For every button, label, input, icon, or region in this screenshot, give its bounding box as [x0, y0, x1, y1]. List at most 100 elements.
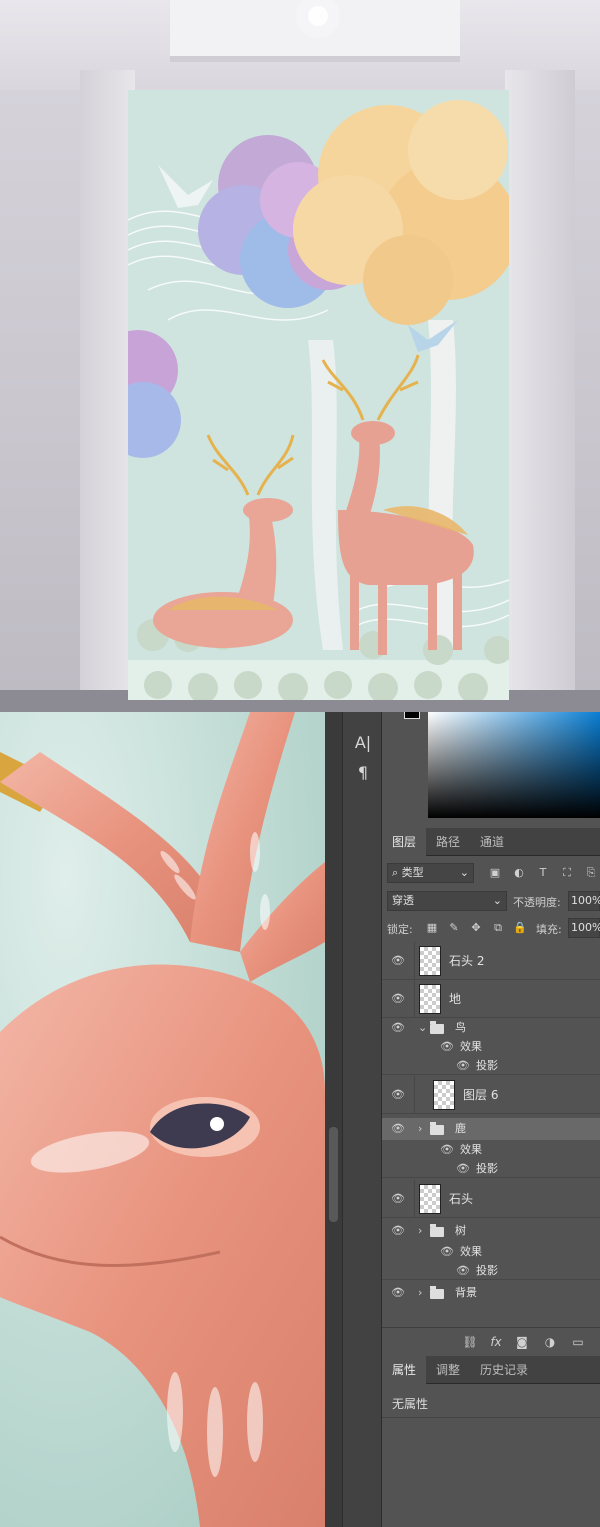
chevron-down-icon: ⌄ [492, 894, 502, 907]
eye-icon[interactable]: 👁 [391, 954, 405, 968]
layer-row[interactable]: 👁 地 [382, 980, 600, 1018]
eye-icon[interactable]: 👁 [391, 1224, 405, 1238]
right-panel: 图层 路径 通道 ⌕ 类型 ⌄ ▣ ◐ T ⛶ ⎘ 穿透 ⌄ 不透明度: 100… [382, 712, 600, 1527]
layer-name: 石头 2 [449, 954, 485, 968]
layer-row[interactable]: 👁 石头 2 [382, 942, 600, 980]
foreground-color-swatch[interactable] [404, 712, 420, 719]
layer-name: 鸟 [455, 1021, 466, 1034]
lock-transparent-icon[interactable]: ▦ [425, 921, 439, 935]
blend-mode-select[interactable]: 穿透 ⌄ [387, 891, 507, 911]
chevron-down-icon: ⌄ [459, 866, 469, 879]
adjustment-filter-icon[interactable]: ◐ [512, 866, 526, 880]
eye-icon[interactable]: 👁 [440, 1143, 454, 1157]
effects-row[interactable]: 👁 效果 [382, 1242, 600, 1261]
group-row[interactable]: 👁 ⌄ 鸟 [382, 1018, 600, 1037]
tab-paths[interactable]: 路径 [426, 828, 470, 856]
layer-name: 鹿 [455, 1122, 466, 1135]
fill-input[interactable]: 100% [568, 918, 600, 938]
layer-filter-label: ⌕ 类型 [392, 866, 424, 879]
eye-icon[interactable]: 👁 [391, 1286, 405, 1300]
effects-row[interactable]: 👁 效果 [382, 1037, 600, 1056]
shape-filter-icon[interactable]: ⛶ [560, 866, 574, 880]
eye-icon[interactable]: 👁 [456, 1059, 470, 1073]
tab-channels[interactable]: 通道 [470, 828, 514, 856]
layers-tabbar: 图层 路径 通道 [382, 828, 600, 856]
adjustment-layer-icon[interactable]: ◑ [542, 1334, 558, 1350]
properties-tabbar: 属性 调整 历史记录 [382, 1356, 600, 1384]
lock-brush-icon[interactable]: ✎ [447, 921, 461, 935]
eye-icon[interactable]: 👁 [456, 1264, 470, 1278]
scroll-thumb[interactable] [329, 1127, 338, 1222]
layer-name: 石头 [449, 1192, 474, 1206]
effect-item-row[interactable]: 👁 投影 [382, 1261, 600, 1280]
properties-body: 无属性 [382, 1385, 600, 1527]
eye-icon[interactable]: 👁 [440, 1245, 454, 1259]
layer-thumbnail [419, 984, 441, 1014]
tab-layers[interactable]: 图层 [382, 828, 427, 856]
deer-mural [128, 90, 509, 700]
drop-shadow-label: 投影 [476, 1264, 498, 1277]
folder-icon [430, 1224, 444, 1237]
new-group-icon[interactable]: ▭ [570, 1334, 586, 1350]
group-row[interactable]: 👁 › 树 [382, 1220, 600, 1242]
tab-history[interactable]: 历史记录 [470, 1356, 538, 1384]
group-row[interactable]: 👁 › 背景 [382, 1282, 600, 1304]
layer-row[interactable]: 👁 石头 [382, 1180, 600, 1218]
opacity-input[interactable]: 100% [568, 891, 600, 911]
eye-icon[interactable]: 👁 [391, 992, 405, 1006]
chevron-right-icon[interactable]: › [418, 1118, 422, 1140]
layer-name: 背景 [455, 1286, 477, 1299]
tool-strip: A| ¶ [342, 712, 382, 1527]
paragraph-tool-icon[interactable]: ¶ [343, 760, 383, 786]
group-row[interactable]: 👁 › 鹿 [382, 1118, 600, 1140]
chevron-right-icon[interactable]: › [418, 1282, 422, 1304]
room-preview [0, 0, 600, 712]
document-canvas[interactable] [0, 712, 325, 1527]
eye-icon[interactable]: 👁 [440, 1040, 454, 1054]
smart-object-filter-icon[interactable]: ⎘ [584, 866, 598, 880]
mask-icon[interactable]: ◙ [514, 1334, 530, 1350]
image-filter-icon[interactable]: ▣ [488, 866, 502, 880]
divider [382, 1417, 600, 1418]
lock-label: 锁定: [387, 923, 413, 936]
color-spectrum[interactable] [428, 712, 600, 818]
layer-filter-select[interactable]: ⌕ 类型 ⌄ [387, 863, 474, 883]
type-filter-icon[interactable]: T [536, 866, 550, 880]
lock-artboard-icon[interactable]: ⧉ [491, 921, 505, 935]
layer-thumbnail [419, 1184, 441, 1214]
link-icon[interactable]: ⛓ [462, 1334, 478, 1350]
lock-all-icon[interactable]: 🔒 [513, 921, 527, 935]
effects-row[interactable]: 👁 效果 [382, 1140, 600, 1159]
layer-name: 地 [449, 992, 462, 1006]
layer-thumbnail [433, 1080, 455, 1110]
effects-label: 效果 [460, 1245, 482, 1258]
layer-row[interactable]: 👁 图层 6 [382, 1076, 600, 1114]
canvas-scrollbar[interactable] [325, 712, 342, 1527]
lock-position-icon[interactable]: ✥ [469, 921, 483, 935]
effect-item-row[interactable]: 👁 投影 [382, 1159, 600, 1178]
eye-icon[interactable]: 👁 [391, 1122, 405, 1136]
layer-name: 树 [455, 1224, 466, 1237]
folder-icon [430, 1286, 444, 1299]
effect-item-row[interactable]: 👁 投影 [382, 1056, 600, 1075]
chevron-down-icon[interactable]: ⌄ [418, 1018, 427, 1037]
eye-icon[interactable]: 👁 [391, 1088, 405, 1102]
effects-label: 效果 [460, 1143, 482, 1156]
tab-adjustments[interactable]: 调整 [426, 1356, 470, 1384]
layer-toolbar: ⌕ 类型 ⌄ ▣ ◐ T ⛶ ⎘ 穿透 ⌄ 不透明度: 100% 锁定: ▦ ✎… [382, 857, 600, 938]
right-door-frame [505, 70, 575, 700]
text-tool-icon[interactable]: A| [343, 730, 383, 756]
eye-icon[interactable]: 👁 [456, 1162, 470, 1176]
eye-icon[interactable]: 👁 [391, 1021, 405, 1035]
left-door-frame [80, 70, 135, 700]
fx-icon[interactable]: fx [488, 1334, 504, 1350]
drop-shadow-label: 投影 [476, 1162, 498, 1175]
tab-properties[interactable]: 属性 [382, 1356, 427, 1384]
folder-icon [430, 1122, 444, 1135]
chevron-right-icon[interactable]: › [418, 1220, 422, 1242]
blend-mode-value: 穿透 [392, 894, 414, 907]
effects-label: 效果 [460, 1040, 482, 1053]
folder-icon [430, 1021, 444, 1034]
layer-name: 图层 6 [463, 1088, 499, 1102]
eye-icon[interactable]: 👁 [391, 1192, 405, 1206]
